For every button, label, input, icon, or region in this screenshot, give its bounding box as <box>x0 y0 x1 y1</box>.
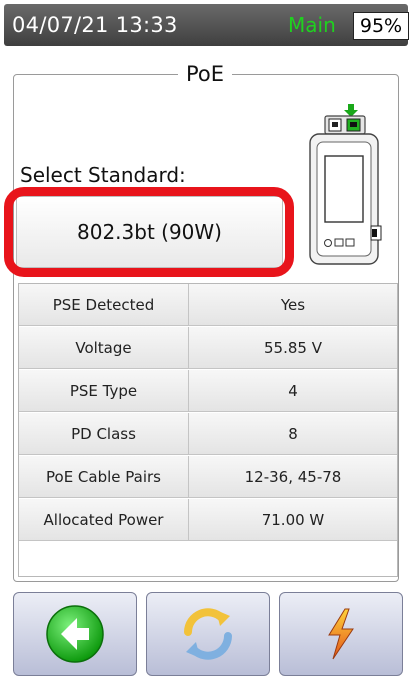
row-value: Yes <box>189 284 397 325</box>
status-mode[interactable]: Main <box>288 13 336 37</box>
screen: 04/07/21 13:33 Main 95% PoE Select Stand… <box>0 0 412 680</box>
battery-indicator: 95% <box>353 12 409 40</box>
status-bar: 04/07/21 13:33 Main 95% <box>4 4 409 46</box>
table-row: Voltage 55.85 V <box>19 327 397 369</box>
row-value: 8 <box>189 413 397 454</box>
back-arrow-icon <box>46 605 104 663</box>
table-row: PSE Type 4 <box>19 370 397 412</box>
table-row: PD Class 8 <box>19 413 397 455</box>
row-label: Allocated Power <box>19 499 189 540</box>
row-label: PSE Detected <box>19 284 189 325</box>
row-label: PoE Cable Pairs <box>19 456 189 497</box>
power-button[interactable] <box>279 592 403 676</box>
status-datetime: 04/07/21 13:33 <box>12 13 178 37</box>
select-standard-label: Select Standard: <box>20 163 186 187</box>
row-value: 4 <box>189 370 397 411</box>
refresh-button[interactable] <box>146 592 270 676</box>
device-port-icon <box>309 104 382 265</box>
row-label: PD Class <box>19 413 189 454</box>
row-value: 71.00 W <box>189 499 397 540</box>
panel-title: PoE <box>178 62 233 86</box>
table-row: Allocated Power 71.00 W <box>19 499 397 541</box>
lightning-icon <box>328 608 354 660</box>
row-label: Voltage <box>19 327 189 368</box>
row-label: PSE Type <box>19 370 189 411</box>
row-value: 55.85 V <box>189 327 397 368</box>
back-button[interactable] <box>13 592 137 676</box>
table-row: PoE Cable Pairs 12-36, 45-78 <box>19 456 397 498</box>
row-value: 12-36, 45-78 <box>189 456 397 497</box>
table-row: PSE Detected Yes <box>19 284 397 326</box>
standard-select-button[interactable]: 802.3bt (90W) <box>16 196 283 268</box>
standard-value: 802.3bt (90W) <box>77 220 222 244</box>
refresh-icon <box>184 608 232 660</box>
poe-results-table: PSE Detected Yes Voltage 55.85 V PSE Typ… <box>18 283 398 577</box>
